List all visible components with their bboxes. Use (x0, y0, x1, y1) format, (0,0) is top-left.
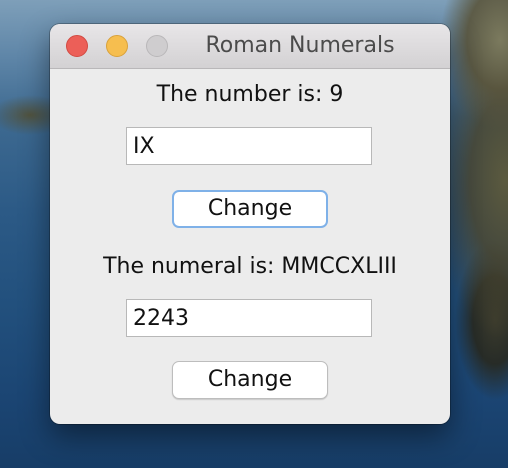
roman-numeral-input[interactable] (126, 127, 372, 165)
numeral-label: The numeral is: MMCCXLIII (103, 254, 397, 279)
change-numeral-button[interactable]: Change (172, 361, 328, 399)
window-title: Roman Numerals (205, 33, 395, 58)
app-window: Roman Numerals The number is: 9 Change T… (50, 24, 450, 424)
title-bar[interactable]: Roman Numerals (50, 24, 450, 69)
change-number-button[interactable]: Change (172, 190, 328, 228)
number-input[interactable] (126, 299, 372, 337)
number-label: The number is: 9 (156, 82, 344, 107)
